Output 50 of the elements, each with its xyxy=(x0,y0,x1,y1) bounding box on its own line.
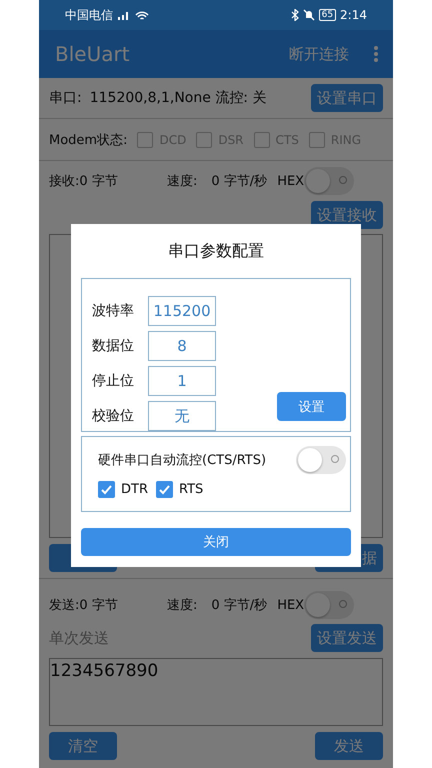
hex-label: HEX xyxy=(277,598,304,612)
checkbox[interactable] xyxy=(254,132,270,148)
checkbox[interactable] xyxy=(196,132,212,148)
app-title: BleUart xyxy=(55,42,131,66)
speed-label: 速度: xyxy=(167,173,198,190)
checkbox-label: RTS xyxy=(178,482,204,497)
bell-muted-icon xyxy=(302,9,315,21)
clock-time: 2:14 xyxy=(340,8,367,22)
input-field[interactable]: 8 xyxy=(148,331,216,361)
disconnect-link[interactable]: 断开连接 xyxy=(289,44,349,64)
send-mode: 单次发送 xyxy=(49,628,109,648)
flow-control-label: 硬件串口自动流控(CTS/RTS) xyxy=(98,452,266,469)
field-label: 数据位 xyxy=(92,337,135,355)
set-serial-button[interactable]: 设置串口 xyxy=(311,84,383,112)
send-button[interactable]: 发送 xyxy=(315,732,383,760)
toggle-switch[interactable] xyxy=(296,446,346,474)
field-label: 停止位 xyxy=(92,372,135,390)
checkbox-label: DTR xyxy=(121,482,148,497)
field-label: 波特率 xyxy=(92,302,135,320)
send-input[interactable]: 1234567890 xyxy=(49,658,383,726)
send-settings-button[interactable]: 设置发送 xyxy=(311,624,383,652)
byte-count: 接收:0 字节 xyxy=(49,173,119,190)
wifi-icon xyxy=(135,10,149,20)
battery-level: 65 xyxy=(318,9,336,21)
close-button[interactable]: 关闭 xyxy=(81,528,351,556)
modem-label: Modem状态: xyxy=(49,132,128,148)
checkbox[interactable] xyxy=(156,481,173,498)
speed-value: 0 字节/秒 xyxy=(211,597,268,614)
input-field[interactable]: 1 xyxy=(148,366,216,396)
set-button[interactable]: 设置 xyxy=(277,392,346,421)
byte-count: 发送:0 字节 xyxy=(49,597,119,614)
field-label: 校验位 xyxy=(92,407,135,425)
checkbox[interactable] xyxy=(98,481,115,498)
signal-icon xyxy=(117,10,131,20)
checkbox[interactable] xyxy=(137,132,154,148)
carrier-name: 中国电信 xyxy=(65,6,113,24)
speed-value: 0 字节/秒 xyxy=(211,173,268,190)
input-field[interactable]: 115200 xyxy=(148,296,216,326)
overflow-menu-icon[interactable] xyxy=(373,45,379,63)
input-field[interactable]: 无 xyxy=(148,401,216,431)
serial-label: 串口: xyxy=(49,89,82,107)
dialog-title: 串口参数配置 xyxy=(167,240,265,262)
bluetooth-icon xyxy=(290,9,299,21)
clear-button[interactable]: 清空 xyxy=(49,732,117,760)
speed-label: 速度: xyxy=(167,597,198,614)
serial-settings: 115200,8,1,None 流控: 关 xyxy=(90,89,268,107)
toggle-switch[interactable] xyxy=(304,167,354,195)
hex-label: HEX xyxy=(277,174,304,188)
checkbox[interactable] xyxy=(308,132,325,148)
toggle-switch[interactable] xyxy=(304,591,354,619)
